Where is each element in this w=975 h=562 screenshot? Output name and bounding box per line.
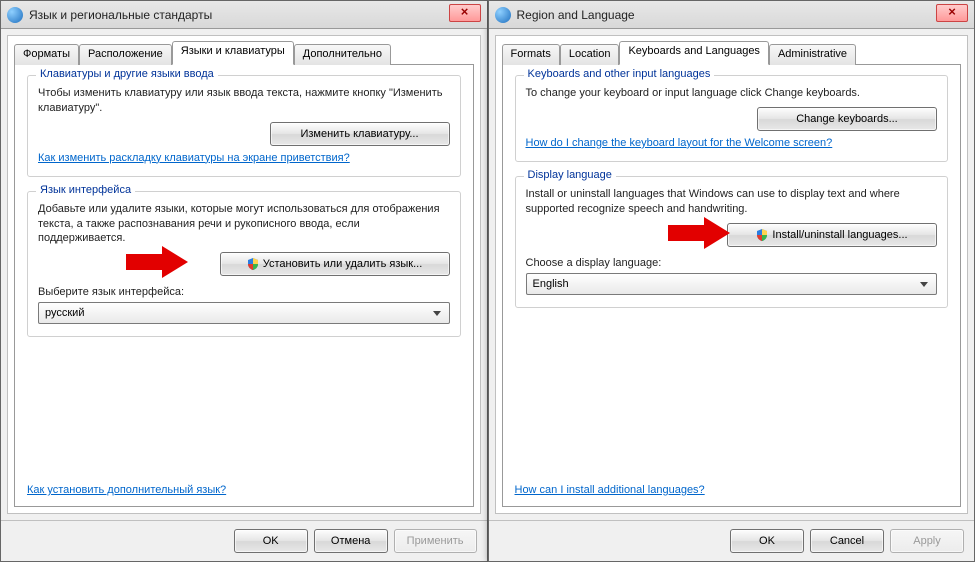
tab-body: Keyboards and other input languages To c… <box>502 64 962 507</box>
choose-language-label: Choose a display language: <box>526 257 938 269</box>
ok-button[interactable]: OK <box>730 529 804 553</box>
window-title: Region and Language <box>517 8 635 22</box>
display-language-value: русский <box>45 307 84 319</box>
uac-shield-icon <box>756 229 768 241</box>
group-display-language: Язык интерфейса Добавьте или удалите язы… <box>27 191 461 338</box>
group-display-legend: Язык интерфейса <box>36 184 135 196</box>
titlebar[interactable]: Region and Language × <box>489 1 975 29</box>
uac-shield-icon <box>247 258 259 270</box>
dialog-right: Region and Language × Formats Location K… <box>488 0 975 562</box>
group-keyboards-desc: Чтобы изменить клавиатуру или язык ввода… <box>38 86 450 116</box>
welcome-keyboard-link[interactable]: Как изменить раскладку клавиатуры на экр… <box>38 152 350 164</box>
tab-location[interactable]: Location <box>560 44 620 65</box>
close-icon[interactable]: × <box>936 4 968 22</box>
dialog-footer: OK Cancel Apply <box>489 520 975 561</box>
install-more-languages-link[interactable]: Как установить дополнительный язык? <box>27 484 226 496</box>
cancel-button[interactable]: Отмена <box>314 529 388 553</box>
tab-body: Клавиатуры и другие языки ввода Чтобы из… <box>14 64 474 507</box>
client-area: Форматы Расположение Языки и клавиатуры … <box>7 35 481 514</box>
red-arrow-icon <box>668 215 730 251</box>
choose-language-label: Выберите язык интерфейса: <box>38 286 450 298</box>
display-language-value: English <box>533 278 569 290</box>
install-uninstall-languages-button[interactable]: Install/uninstall languages... <box>727 223 937 247</box>
group-keyboards-desc: To change your keyboard or input languag… <box>526 86 938 101</box>
tab-administrative[interactable]: Дополнительно <box>294 44 391 65</box>
tab-administrative[interactable]: Administrative <box>769 44 856 65</box>
tab-strip: Форматы Расположение Языки и клавиатуры … <box>14 41 474 65</box>
dialog-left: Язык и региональные стандарты × Форматы … <box>0 0 488 562</box>
group-keyboards: Клавиатуры и другие языки ввода Чтобы из… <box>27 75 461 177</box>
tab-formats[interactable]: Formats <box>502 44 560 65</box>
dialog-footer: OK Отмена Применить <box>1 520 487 561</box>
client-area: Formats Location Keyboards and Languages… <box>495 35 969 514</box>
group-keyboards-legend: Keyboards and other input languages <box>524 68 715 80</box>
group-display-language: Display language Install or uninstall la… <box>515 176 949 308</box>
tab-keyboards-languages[interactable]: Keyboards and Languages <box>619 41 769 65</box>
close-icon[interactable]: × <box>449 4 481 22</box>
tab-strip: Formats Location Keyboards and Languages… <box>502 41 962 65</box>
tab-keyboards-languages[interactable]: Языки и клавиатуры <box>172 41 294 65</box>
group-display-desc: Добавьте или удалите языки, которые могу… <box>38 202 450 247</box>
apply-button[interactable]: Применить <box>394 529 477 553</box>
group-keyboards: Keyboards and other input languages To c… <box>515 75 949 162</box>
change-keyboards-label: Change keyboards... <box>796 113 898 125</box>
globe-icon <box>7 7 23 23</box>
apply-button[interactable]: Apply <box>890 529 964 553</box>
install-uninstall-label: Установить или удалить язык... <box>263 258 423 270</box>
change-keyboards-button[interactable]: Изменить клавиатуру... <box>270 122 450 146</box>
install-uninstall-label: Install/uninstall languages... <box>772 229 907 241</box>
display-language-combo[interactable]: русский <box>38 302 450 324</box>
tab-location[interactable]: Расположение <box>79 44 172 65</box>
titlebar[interactable]: Язык и региональные стандарты × <box>1 1 487 29</box>
cancel-button[interactable]: Cancel <box>810 529 884 553</box>
globe-icon <box>495 7 511 23</box>
install-more-languages-link[interactable]: How can I install additional languages? <box>515 484 705 496</box>
group-keyboards-legend: Клавиатуры и другие языки ввода <box>36 68 218 80</box>
red-arrow-icon <box>126 244 188 280</box>
window-title: Язык и региональные стандарты <box>29 8 212 22</box>
ok-button[interactable]: OK <box>234 529 308 553</box>
tab-formats[interactable]: Форматы <box>14 44 79 65</box>
display-language-combo[interactable]: English <box>526 273 938 295</box>
welcome-keyboard-link[interactable]: How do I change the keyboard layout for … <box>526 137 833 149</box>
change-keyboards-button[interactable]: Change keyboards... <box>757 107 937 131</box>
group-display-desc: Install or uninstall languages that Wind… <box>526 187 938 217</box>
change-keyboards-label: Изменить клавиатуру... <box>300 128 418 140</box>
install-uninstall-languages-button[interactable]: Установить или удалить язык... <box>220 252 450 276</box>
group-display-legend: Display language <box>524 169 616 181</box>
